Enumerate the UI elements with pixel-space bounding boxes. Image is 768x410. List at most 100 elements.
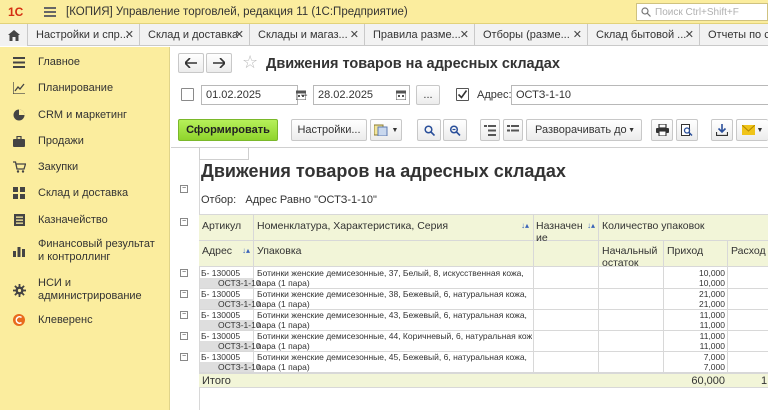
close-icon[interactable]: ✕ [350, 28, 359, 41]
page-title: Движения товаров на адресных складах [266, 56, 560, 72]
total-expense: 1 [761, 375, 768, 387]
favorite-star-icon[interactable]: ☆ [242, 52, 258, 73]
variants-dropdown[interactable]: ▼ [370, 119, 402, 141]
sidebar-item-finance[interactable]: Финансовый результат и контроллинг [0, 237, 170, 265]
row-address: ОСТЗ-1-10 [200, 341, 261, 351]
col-address[interactable]: Адрес [202, 245, 232, 257]
total-income: 60,000 [691, 375, 725, 387]
collapse-toggle[interactable]: − [180, 269, 188, 277]
tab-household-warehouse[interactable]: Склад бытовой ... ✕ [588, 24, 700, 46]
tab-placement-rules[interactable]: Правила разме... ✕ [365, 24, 475, 46]
row-income: 10,000 [699, 268, 725, 278]
sidebar-item-crm[interactable]: CRM и маркетинг [0, 108, 170, 122]
sidebar-item-cleverence[interactable]: Клеверенс [0, 313, 170, 327]
cart-icon [12, 160, 26, 174]
col-purpose-line1[interactable]: Назначен [536, 220, 583, 232]
sort-icon[interactable]: ↓▴ [242, 246, 250, 255]
sidebar-item-main[interactable]: Главное [0, 55, 170, 69]
sidebar-item-purchases[interactable]: Закупки [0, 160, 170, 174]
row-package: пара (1 пара) [257, 320, 310, 330]
period-checkbox[interactable] [181, 88, 194, 101]
row-income-package: 21,000 [699, 299, 725, 309]
close-icon[interactable]: ✕ [125, 28, 134, 41]
collapse-toggle[interactable]: − [180, 185, 188, 193]
calendar-icon[interactable] [394, 88, 408, 102]
collapse-toggle[interactable]: − [180, 332, 188, 340]
row-income-package: 11,000 [699, 320, 725, 330]
row-article: Б- 130005 [201, 268, 241, 278]
address-checkbox[interactable] [456, 88, 469, 101]
bar-chart-icon [12, 244, 26, 258]
date-from-field[interactable]: 01.02.2025 [201, 85, 298, 105]
menu-icon[interactable] [42, 4, 58, 20]
sidebar-item-planning[interactable]: Планирование [0, 81, 170, 95]
printer-icon [655, 124, 669, 136]
col-income[interactable]: Приход [667, 245, 703, 257]
close-icon[interactable]: ✕ [235, 28, 244, 41]
col-nomenclature[interactable]: Номенклатура, Характеристика, Серия [257, 220, 448, 232]
group-icon [484, 124, 496, 136]
report-filter: Отбор: Адрес Равно "ОСТЗ-1-10" [201, 194, 377, 206]
address-field[interactable]: ОСТЗ-1-10 [511, 85, 768, 105]
sidebar-item-warehouse[interactable]: Склад и доставка [0, 186, 170, 200]
close-icon[interactable]: ✕ [573, 28, 582, 41]
window-title: [КОПИЯ] Управление торговлей, редакция 1… [66, 5, 408, 18]
row-address: ОСТЗ-1-10 [200, 299, 261, 309]
sort-icon[interactable]: ↓▴ [521, 221, 529, 230]
row-income: 21,000 [699, 289, 725, 299]
tab-reports[interactable]: Отчеты по с... [700, 24, 768, 46]
row-article: Б- 130005 [201, 289, 241, 299]
col-opening-balance-line2[interactable]: остаток [602, 257, 639, 269]
tab-selections[interactable]: Отборы (разме... ✕ [475, 24, 588, 46]
global-search-input[interactable]: Поиск Ctrl+Shift+F [636, 3, 768, 21]
collapse-toggle[interactable]: − [180, 218, 188, 226]
cleverence-icon [12, 313, 26, 327]
preview-button[interactable] [676, 119, 698, 141]
row-income-package: 7,000 [703, 362, 725, 372]
expand-to-dropdown[interactable]: Разворачивать до ▼ [526, 119, 642, 141]
sidebar: Главное Планирование CRM и маркетинг Про… [0, 47, 170, 410]
back-button[interactable] [178, 53, 204, 73]
print-button[interactable] [651, 119, 673, 141]
save-button[interactable] [711, 119, 733, 141]
col-purpose-line2[interactable]: ие [536, 232, 548, 244]
gear-icon [12, 283, 26, 297]
sidebar-item-treasury[interactable]: Казначейство [0, 213, 170, 227]
group-expand-button[interactable] [503, 119, 523, 141]
report-spreadsheet[interactable]: Движения товаров на адресных складах − О… [171, 147, 768, 410]
row-package: пара (1 пара) [257, 341, 310, 351]
forward-button[interactable] [206, 53, 232, 73]
tab-warehouse-delivery[interactable]: Склад и доставка ✕ [140, 24, 250, 46]
date-separator: – [301, 89, 308, 101]
collapse-toggle[interactable]: − [180, 311, 188, 319]
sort-icon[interactable]: ↓▴ [587, 221, 595, 230]
row-address: ОСТЗ-1-10 [200, 278, 261, 288]
home-tab[interactable] [0, 24, 28, 46]
find-button[interactable] [417, 119, 441, 141]
col-opening-balance-line1[interactable]: Начальный [602, 245, 657, 257]
mail-icon [741, 125, 755, 135]
row-article: Б- 130005 [201, 331, 241, 341]
collapse-toggle[interactable]: − [180, 290, 188, 298]
find-next-button[interactable] [443, 119, 467, 141]
col-article[interactable]: Артикул [202, 220, 241, 232]
find-next-icon [449, 124, 461, 136]
generate-button[interactable]: Сформировать [178, 119, 278, 141]
send-email-button[interactable]: ▼ [736, 119, 768, 141]
col-qty-packages[interactable]: Количество упаковок [602, 220, 705, 232]
close-icon[interactable]: ✕ [460, 28, 469, 41]
group-collapse-button[interactable] [480, 119, 500, 141]
close-icon[interactable]: ✕ [685, 28, 694, 41]
sidebar-item-sales[interactable]: Продажи [0, 134, 170, 148]
tab-settings[interactable]: Настройки и спр... ✕ [28, 24, 140, 46]
settings-button[interactable]: Настройки... [291, 119, 367, 141]
col-package[interactable]: Упаковка [257, 245, 302, 257]
row-address: ОСТЗ-1-10 [200, 320, 261, 330]
col-expense[interactable]: Расход [731, 245, 766, 257]
row-package: пара (1 пара) [257, 362, 310, 372]
list-expand-icon [507, 124, 519, 131]
period-select-button[interactable]: ... [416, 85, 440, 105]
collapse-toggle[interactable]: − [180, 353, 188, 361]
tab-warehouses-stores[interactable]: Склады и магаз... ✕ [250, 24, 365, 46]
sidebar-item-nsi-admin[interactable]: НСИ и администрирование [0, 276, 170, 304]
